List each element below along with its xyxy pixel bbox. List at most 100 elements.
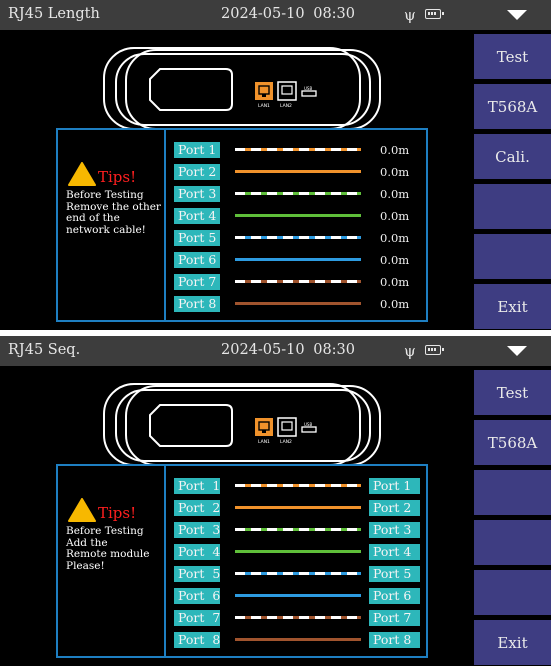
empty-button[interactable] xyxy=(474,234,551,279)
tips-line: end of the xyxy=(66,212,120,224)
device-outline-middle xyxy=(115,53,371,126)
tester-device-illustration: LAN1 LAN2 USB xyxy=(103,383,381,465)
tips-message: Before Testing Remove the other end of t… xyxy=(66,189,166,236)
length-value: 0.0m xyxy=(380,209,410,223)
exit-button[interactable]: Exit xyxy=(474,620,551,665)
wire-brown xyxy=(235,638,361,641)
standard-t568a-button[interactable]: T568A xyxy=(474,84,551,129)
usb-port-icon xyxy=(301,426,317,433)
empty-button[interactable] xyxy=(474,570,551,615)
port-label-left: Port 5 xyxy=(174,566,220,582)
port-label-right: Port 6 xyxy=(369,588,420,604)
usb-port-icon xyxy=(301,90,317,97)
status-bar: RJ45 Seq. 2024-05-10 08:30 ψ xyxy=(0,336,551,366)
device-outline-outer xyxy=(125,385,381,465)
usb-icon: ψ xyxy=(404,342,416,360)
test-button[interactable]: Test xyxy=(474,370,551,415)
tips-message: Before Testing Add the Remote module Ple… xyxy=(66,525,166,572)
warning-icon xyxy=(68,162,96,186)
tips-line: Remote module xyxy=(66,548,150,560)
port-label: Port 5 xyxy=(174,230,220,246)
length-value: 0.0m xyxy=(380,253,410,267)
wire-white-green xyxy=(235,528,361,531)
date-text: 2024-05-10 xyxy=(221,6,305,22)
display-window-outline xyxy=(149,404,233,447)
port-label-left: Port 2 xyxy=(174,500,220,516)
dropdown-menu-icon[interactable] xyxy=(507,346,527,357)
tips-line: Before Testing xyxy=(66,189,144,201)
usb-caption: USB xyxy=(304,422,312,427)
lan2-caption: LAN2 xyxy=(280,103,292,109)
datetime: 2024-05-10 08:30 xyxy=(221,342,355,358)
port-label: Port 1 xyxy=(174,142,220,158)
status-bar: RJ45 Length 2024-05-10 08:30 ψ xyxy=(0,0,551,30)
tips-line: Please! xyxy=(66,559,105,572)
length-value: 0.0m xyxy=(380,297,410,311)
battery-icon xyxy=(425,9,444,19)
port-label-left: Port 3 xyxy=(174,522,220,538)
port-label-right: Port 5 xyxy=(369,566,420,582)
port-label-right: Port 7 xyxy=(369,610,420,626)
length-test-screen: RJ45 Length 2024-05-10 08:30 ψ LAN1 LAN2 xyxy=(0,0,551,330)
tips-line: Before Testing xyxy=(66,525,144,537)
port-label-left: Port 4 xyxy=(174,544,220,560)
wire-orange xyxy=(235,170,361,173)
wire-green xyxy=(235,550,361,553)
tips-title: Tips! xyxy=(98,168,137,186)
tips-panel: Tips! Before Testing Remove the other en… xyxy=(58,130,166,320)
time-text: 08:30 xyxy=(313,6,356,22)
battery-icon xyxy=(425,345,444,355)
display-window-outline xyxy=(149,68,233,111)
device-outline-middle xyxy=(115,389,371,462)
length-value: 0.0m xyxy=(380,143,410,157)
wire-blue xyxy=(235,594,361,597)
screen-title: RJ45 Seq. xyxy=(8,342,81,358)
screen-title: RJ45 Length xyxy=(8,6,100,22)
exit-button[interactable]: Exit xyxy=(474,284,551,329)
tips-panel: Tips! Before Testing Add the Remote modu… xyxy=(58,466,166,656)
calibrate-button[interactable]: Cali. xyxy=(474,134,551,179)
port-label: Port 8 xyxy=(174,296,220,312)
empty-button[interactable] xyxy=(474,520,551,565)
standard-t568a-button[interactable]: T568A xyxy=(474,420,551,465)
wire-white-orange xyxy=(235,148,361,151)
dropdown-menu-icon[interactable] xyxy=(507,10,527,21)
usb-caption: USB xyxy=(304,86,312,91)
tips-line: network cable! xyxy=(66,223,146,236)
length-value: 0.0m xyxy=(380,187,410,201)
lan1-port-icon xyxy=(255,418,273,436)
wire-white-green xyxy=(235,192,361,195)
time-text: 08:30 xyxy=(313,342,356,358)
port-label-right: Port 8 xyxy=(369,632,420,648)
wire-white-brown xyxy=(235,280,361,283)
wire-green xyxy=(235,214,361,217)
port-label: Port 3 xyxy=(174,186,220,202)
lan1-caption: LAN1 xyxy=(258,439,270,445)
port-label-right: Port 1 xyxy=(369,478,420,494)
usb-icon: ψ xyxy=(404,6,416,24)
lan1-caption: LAN1 xyxy=(258,103,270,109)
length-value: 0.0m xyxy=(380,231,410,245)
function-sidebar: Test T568A Exit xyxy=(474,370,551,666)
length-value: 0.0m xyxy=(380,165,410,179)
tester-device-illustration: LAN1 LAN2 USB xyxy=(103,47,381,129)
wire-brown xyxy=(235,302,361,305)
function-sidebar: Test T568A Cali. Exit xyxy=(474,34,551,330)
date-text: 2024-05-10 xyxy=(221,342,305,358)
port-label-right: Port 3 xyxy=(369,522,420,538)
wire-white-brown xyxy=(235,616,361,619)
lan2-port-icon xyxy=(277,417,297,437)
port-label: Port 2 xyxy=(174,164,220,180)
tips-title: Tips! xyxy=(98,504,137,522)
wire-white-orange xyxy=(235,484,361,487)
empty-button[interactable] xyxy=(474,470,551,515)
port-label-left: Port 7 xyxy=(174,610,220,626)
port-status-box: Tips! Before Testing Add the Remote modu… xyxy=(56,464,428,658)
wire-orange xyxy=(235,506,361,509)
datetime: 2024-05-10 08:30 xyxy=(221,6,355,22)
empty-button[interactable] xyxy=(474,184,551,229)
port-label-left: Port 8 xyxy=(174,632,220,648)
lan2-caption: LAN2 xyxy=(280,439,292,445)
wire-white-blue xyxy=(235,236,361,239)
test-button[interactable]: Test xyxy=(474,34,551,79)
